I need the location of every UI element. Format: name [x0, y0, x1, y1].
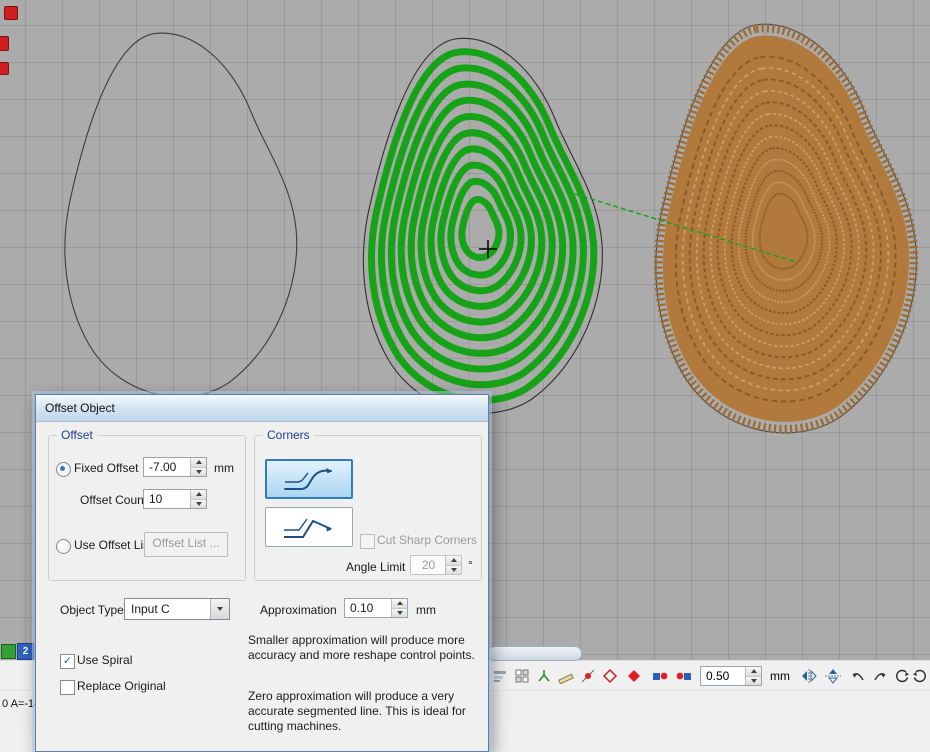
corner-style-rounded-button[interactable]: [265, 459, 353, 499]
offset-spiral-shape[interactable]: [372, 52, 594, 401]
spin-up-button[interactable]: [191, 490, 206, 499]
spin-down-button[interactable]: [191, 467, 206, 477]
spin-up-button[interactable]: [191, 458, 206, 467]
object-type-label: Object Type: [60, 603, 124, 617]
degree-unit-label: °: [468, 558, 473, 572]
fixed-offset-radio[interactable]: [56, 462, 71, 477]
red-swatch-icon[interactable]: [4, 6, 18, 20]
spin-up-button[interactable]: [446, 556, 461, 565]
replace-original-checkbox[interactable]: [60, 680, 75, 695]
red-diamond-icon[interactable]: [626, 668, 642, 684]
red-diamond-outline-icon[interactable]: [602, 668, 618, 684]
use-spiral-label: Use Spiral: [77, 653, 132, 667]
fixed-offset-unit: mm: [214, 461, 234, 475]
branch-tool-icon[interactable]: [536, 668, 552, 684]
corners-group-label: Corners: [263, 428, 314, 442]
rotate-45-left-icon[interactable]: [850, 668, 866, 684]
combo-arrow-icon[interactable]: [210, 599, 229, 619]
approximation-value[interactable]: 0.10: [345, 599, 391, 617]
angle-limit-spinner[interactable]: 20: [410, 555, 462, 575]
red-swatch-icon[interactable]: [0, 36, 9, 51]
approximation-unit: mm: [416, 603, 436, 617]
replace-original-label: Replace Original: [77, 679, 166, 693]
cut-sharp-corners-checkbox[interactable]: [360, 534, 375, 549]
cut-sharp-corners-label: Cut Sharp Corners: [377, 533, 477, 547]
corner-sharp-icon: [279, 513, 339, 541]
angle-limit-value[interactable]: 20: [411, 556, 445, 574]
offset-object-dialog: Offset Object Offset Fixed Offset -7.00 …: [35, 394, 489, 752]
app-window: { "colors": { "canvas_bg": "#ababab", "s…: [0, 0, 930, 726]
offset-count-spinner[interactable]: 10: [143, 489, 207, 509]
angle-limit-label: Angle Limit: [346, 560, 405, 574]
spin-down-button[interactable]: [392, 608, 407, 618]
spin-down-button[interactable]: [446, 565, 461, 575]
red-swatch-icon[interactable]: [0, 62, 9, 75]
stitch-length-value[interactable]: 0.50: [701, 667, 745, 685]
approximation-label: Approximation: [260, 603, 337, 617]
spin-down-button[interactable]: [746, 676, 761, 686]
check-icon: ✓: [63, 655, 72, 667]
auto-sequence-icon[interactable]: [492, 668, 508, 684]
object-type-combobox[interactable]: Input C: [124, 598, 230, 620]
fixed-offset-value[interactable]: -7.00: [144, 458, 190, 476]
mirror-vertical-icon[interactable]: [824, 668, 842, 684]
spin-up-button[interactable]: [746, 667, 761, 676]
offset-count-label: Offset Count: [80, 493, 147, 507]
dialog-title: Offset Object: [45, 401, 115, 415]
offset-group-label: Offset: [57, 428, 97, 442]
snap-point-icon[interactable]: [580, 668, 596, 684]
spin-up-button[interactable]: [392, 599, 407, 608]
mirror-horizontal-icon[interactable]: [800, 668, 818, 684]
rotate-cw-icon[interactable]: [912, 668, 928, 684]
fixed-offset-label: Fixed Offset: [74, 461, 138, 475]
measure-icon[interactable]: [558, 668, 574, 684]
stitch-length-spinner[interactable]: 0.50: [700, 666, 762, 686]
offset-list-button[interactable]: Offset List ...: [144, 532, 228, 557]
fixed-offset-spinner[interactable]: -7.00: [143, 457, 207, 477]
corner-style-sharp-button[interactable]: [265, 507, 353, 547]
spin-down-button[interactable]: [191, 499, 206, 509]
rotate-45-right-icon[interactable]: [872, 668, 888, 684]
object-type-value: Input C: [125, 599, 210, 619]
source-outline-shape[interactable]: [65, 33, 297, 397]
use-offset-list-label: Use Offset List: [74, 538, 152, 552]
dialog-titlebar[interactable]: Offset Object: [36, 395, 488, 422]
offset-count-value[interactable]: 10: [144, 490, 190, 508]
grid-tool-icon[interactable]: [514, 668, 530, 684]
stitch-length-unit: mm: [770, 669, 790, 683]
object-badge-blue[interactable]: 2: [17, 643, 34, 660]
corner-rounded-icon: [279, 465, 339, 493]
stitched-shape[interactable]: [656, 24, 917, 433]
use-spiral-checkbox[interactable]: ✓: [60, 654, 75, 669]
approximation-note: Smaller approximation will produce more …: [248, 633, 478, 663]
approximation-spinner[interactable]: 0.10: [344, 598, 408, 618]
h-scrollbar-thumb[interactable]: [488, 646, 582, 661]
zero-approximation-note: Zero approximation will produce a very a…: [248, 689, 478, 734]
use-offset-list-radio[interactable]: [56, 539, 71, 554]
object-badge-green[interactable]: [1, 644, 16, 659]
entry-point-icon[interactable]: [652, 668, 668, 684]
exit-point-icon[interactable]: [676, 668, 692, 684]
rotate-ccw-icon[interactable]: [894, 668, 910, 684]
